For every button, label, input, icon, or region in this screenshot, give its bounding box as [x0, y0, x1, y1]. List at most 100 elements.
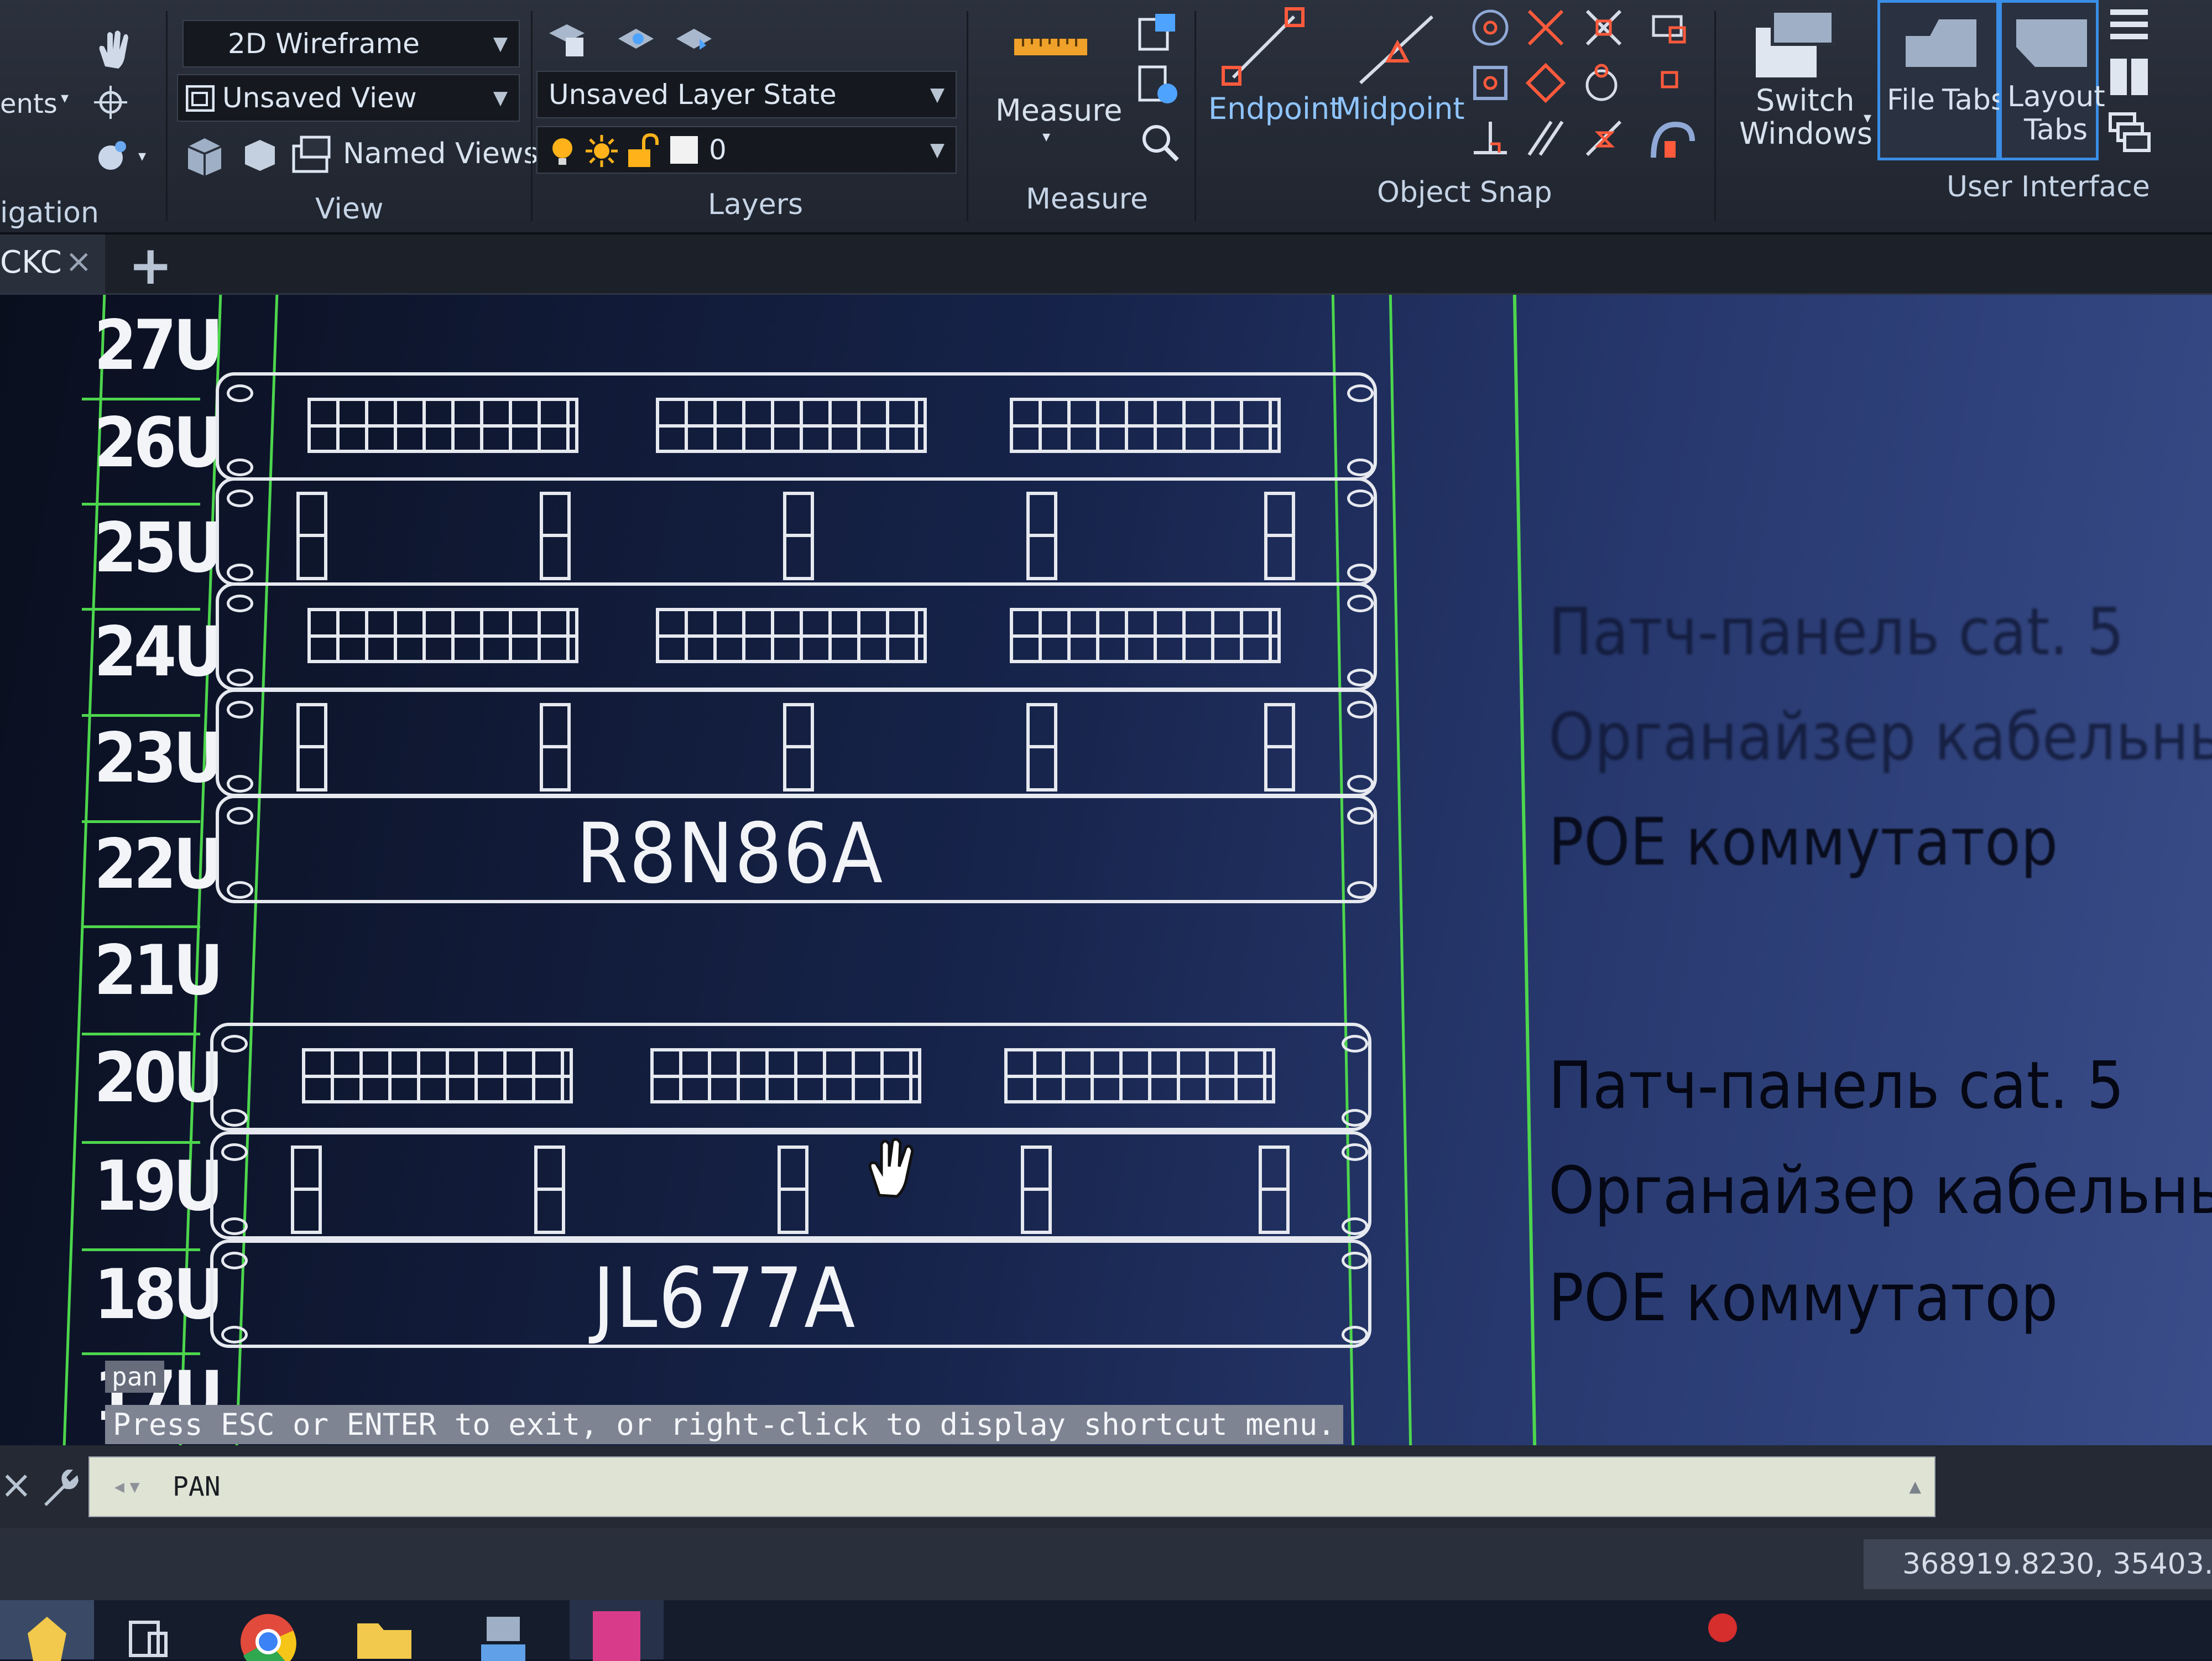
patch-panel-device[interactable] — [210, 1023, 1371, 1131]
sun-icon — [586, 135, 618, 167]
taskbar-autocad-button[interactable] — [570, 1600, 664, 1661]
node-snap-icon[interactable] — [1468, 61, 1512, 105]
intersection-snap-icon[interactable] — [1524, 6, 1568, 50]
unlock-icon — [628, 133, 659, 167]
rack-unit-label: 26U — [94, 403, 223, 483]
make-current-layer-icon[interactable] — [614, 17, 658, 61]
dropdown-arrow-icon[interactable]: ▾ — [138, 147, 146, 165]
wrench-icon[interactable] — [39, 1465, 83, 1509]
pan-hand-icon[interactable] — [94, 28, 133, 72]
tangent-snap-icon[interactable] — [1582, 61, 1626, 105]
rack-ear-hole — [227, 701, 253, 718]
tile-horizontal-icon[interactable] — [2107, 6, 2151, 44]
chevron-up-icon[interactable]: ▲ — [1909, 1457, 1921, 1516]
quick-select-icon[interactable] — [1136, 8, 1181, 53]
cable-organizer-ring — [534, 1145, 565, 1234]
legend-ghost-line: Патч-панель cat. 5 — [1548, 593, 2125, 670]
cable-organizer-device[interactable] — [216, 689, 1377, 797]
saved-view-select[interactable]: Unsaved View ▼ — [177, 74, 520, 122]
snap-settings-icon[interactable] — [1648, 113, 1698, 163]
file-explorer-icon[interactable] — [354, 1615, 415, 1659]
cube-small-icon[interactable] — [241, 136, 279, 174]
close-icon[interactable]: × — [0, 1462, 33, 1507]
layout-tabs-button[interactable]: Layout Tabs — [1999, 0, 2105, 160]
cube-view-icon[interactable] — [182, 133, 227, 177]
command-line: × ◂▾ PAN ▲ — [0, 1445, 2212, 1528]
status-bar: 368919.8230, 35403.4 — [0, 1528, 2212, 1600]
rack-ear-hole — [1347, 564, 1374, 581]
file-tabs-button[interactable]: File Tabs — [1877, 0, 2006, 160]
annotation-frame-line — [1512, 295, 1537, 1445]
named-views-icon — [292, 136, 331, 173]
layer-state-value: Unsaved Layer State — [549, 79, 837, 111]
dropdown-arrow-icon[interactable]: ▾ — [1042, 127, 1050, 145]
orbit-icon[interactable] — [91, 83, 130, 122]
dropdown-arrow-icon[interactable]: ▾ — [61, 88, 69, 107]
network-app-icon[interactable] — [476, 1611, 531, 1661]
apparent-intersection-snap-icon[interactable] — [1582, 6, 1626, 50]
switch-windows-button[interactable]: Switch — [1756, 83, 1855, 118]
patch-panel-port-block — [656, 398, 927, 453]
parallel-snap-icon[interactable] — [1524, 116, 1568, 160]
patch-panel-device[interactable] — [216, 372, 1377, 481]
midpoint-snap-button[interactable]: Midpoint — [1335, 91, 1465, 126]
file-tab-bar: CKC × + — [0, 235, 2212, 296]
chrome-icon[interactable] — [238, 1611, 299, 1661]
patch-panel-port-block — [650, 1048, 921, 1103]
tile-vertical-icon[interactable] — [2107, 55, 2151, 100]
new-tab-plus-icon[interactable]: + — [128, 235, 173, 296]
rack-ear-hole — [1347, 669, 1374, 686]
layer-select[interactable]: 0 ▼ — [536, 126, 957, 174]
navigation-group-label: igation — [0, 196, 99, 230]
cable-organizer-device[interactable] — [216, 477, 1377, 586]
rack-unit-divider — [82, 503, 200, 506]
visual-style-select[interactable]: 2D Wireframe ▼ — [182, 20, 520, 67]
rack-unit-divider — [82, 1352, 200, 1355]
rack-unit-divider — [82, 608, 200, 611]
command-prompt-tooltip: Press ESC or ENTER to exit, or right-cli… — [105, 1405, 1343, 1444]
center-snap-icon[interactable] — [1468, 6, 1512, 50]
list-info-icon[interactable] — [1136, 64, 1181, 108]
cable-organizer-device[interactable] — [210, 1131, 1371, 1240]
patch-panel-port-block — [1004, 1048, 1275, 1103]
file-tab-active[interactable]: CKC × — [0, 235, 105, 293]
rack-unit-label: 24U — [94, 612, 223, 692]
showmotion-icon[interactable] — [88, 136, 138, 174]
layer-state-select[interactable]: Unsaved Layer State ▼ — [536, 71, 957, 118]
task-view-icon[interactable] — [127, 1617, 171, 1661]
nearest-snap-icon[interactable] — [1582, 116, 1626, 160]
coordinate-readout[interactable]: 368919.8230, 35403.4 — [1864, 1539, 2212, 1589]
id-point-icon[interactable] — [1136, 119, 1181, 163]
taskbar-app-button[interactable] — [0, 1600, 94, 1661]
dropdown-arrow-icon[interactable]: ▾ — [1864, 108, 1871, 127]
rack-ear-hole — [227, 564, 253, 581]
layer-properties-icon[interactable] — [545, 17, 589, 61]
cable-organizer-ring — [778, 1145, 808, 1234]
windows-taskbar — [0, 1600, 2212, 1661]
rack-unit-label: 23U — [94, 718, 223, 798]
command-input[interactable]: ◂▾ PAN ▲ — [88, 1456, 1936, 1517]
quadrant-snap-icon[interactable] — [1524, 61, 1568, 105]
extension-snap-icon[interactable] — [1648, 6, 1692, 50]
object-snap-group-label: Object Snap — [1377, 176, 1552, 209]
prompt-text: Press ESC or ENTER to exit, or right-cli… — [113, 1407, 1335, 1442]
drawing-canvas[interactable]: 27U 26U 25U 24U 23U 22U 21U 20U 19U 18U … — [0, 295, 2212, 1445]
close-icon[interactable]: × — [65, 242, 92, 280]
patch-panel-device[interactable] — [216, 582, 1377, 691]
perpendicular-snap-icon[interactable] — [1468, 116, 1512, 160]
cascade-icon[interactable] — [2107, 111, 2151, 155]
rack-ear-hole — [227, 669, 253, 686]
recent-commands-icon[interactable]: ◂▾ — [112, 1456, 142, 1515]
insert-snap-icon[interactable] — [1653, 64, 1687, 97]
cable-organizer-ring — [540, 492, 571, 580]
rack-ear-hole — [227, 490, 253, 507]
poe-switch-device[interactable]: R8N86A — [216, 795, 1377, 903]
measure-button[interactable]: Measure — [995, 93, 1123, 128]
endpoint-snap-icon — [1222, 7, 1305, 86]
endpoint-snap-button[interactable]: Endpoint — [1208, 91, 1341, 126]
notification-badge-icon[interactable] — [1703, 1611, 1742, 1644]
poe-switch-device[interactable]: JL677A — [210, 1240, 1371, 1348]
match-layer-icon[interactable] — [672, 17, 716, 61]
named-views-button[interactable]: Named Views — [343, 137, 538, 170]
switch-windows-label-line2: Windows — [1739, 116, 1873, 151]
